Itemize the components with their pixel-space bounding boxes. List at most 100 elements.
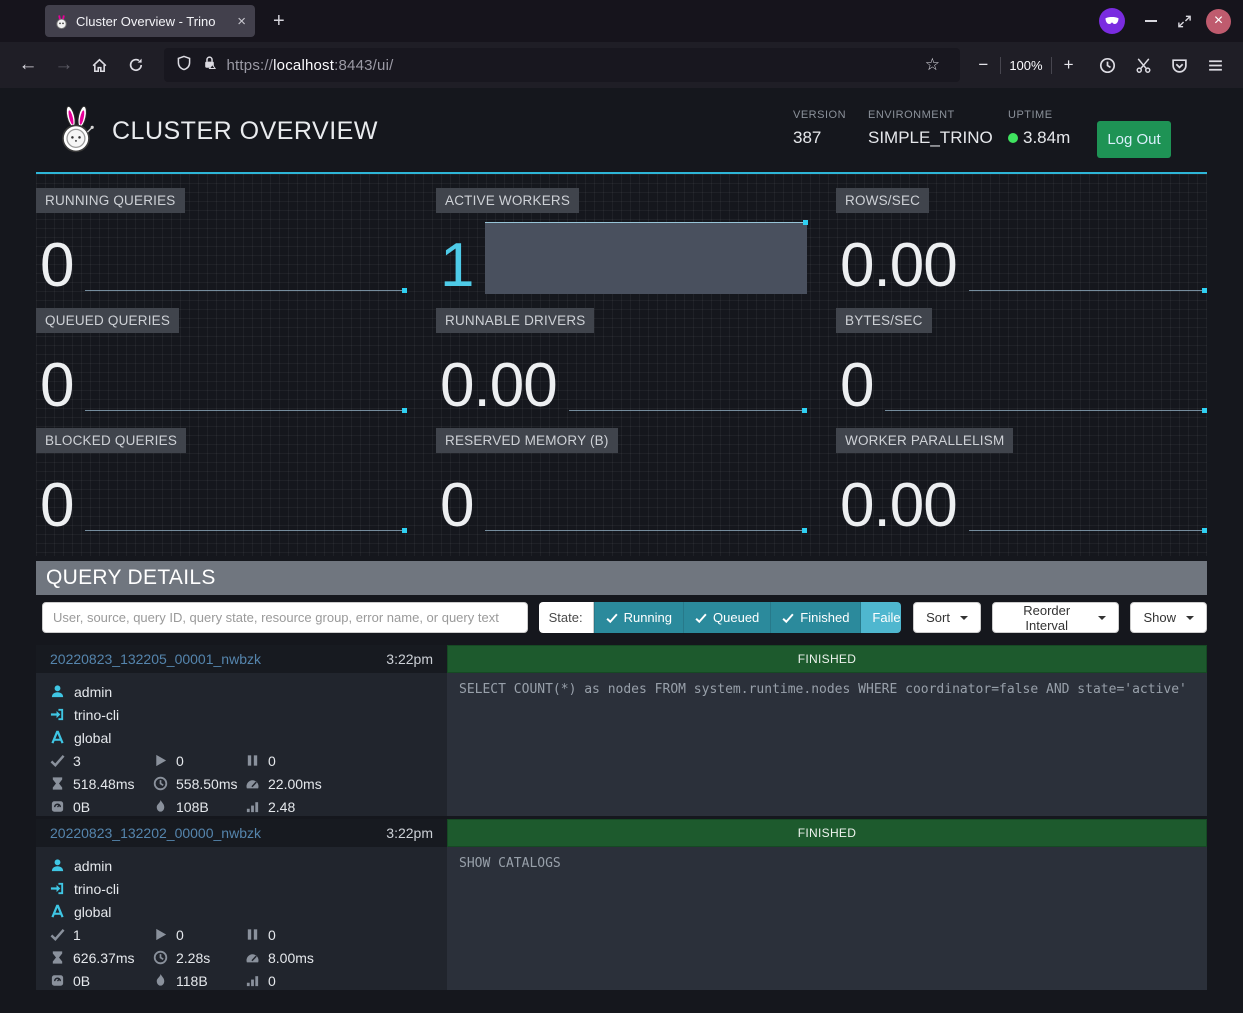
queued-splits-icon [245, 927, 260, 942]
cluster-stats: RUNNING QUERIES 0 ACTIVE WORKERS 1 ROWS/… [36, 174, 1207, 556]
window-minimize-button[interactable] [1145, 20, 1157, 22]
stat-value: 0 [36, 237, 73, 294]
menu-icon[interactable] [1199, 49, 1231, 81]
state-label: State: [539, 602, 594, 633]
stat-value: 0 [836, 357, 873, 414]
reload-icon[interactable] [120, 49, 152, 81]
show-dropdown[interactable]: Show [1130, 602, 1207, 633]
cumulative-memory: 108B [176, 799, 209, 815]
separator [1051, 57, 1052, 74]
wall-time-icon [50, 776, 65, 791]
source-icon [50, 881, 65, 896]
completed-splits: 1 [73, 927, 81, 943]
state-running-button[interactable]: Running [594, 602, 683, 633]
state-filter-group: State: Running Queued Finished Failed [539, 602, 902, 633]
elapsed-time: 558.50ms [176, 776, 237, 792]
query-info: admin trino-cli global 1 0 0 626.37ms 2.… [36, 847, 447, 990]
stat-label: RUNNING QUERIES [36, 188, 185, 213]
wall-time: 518.48ms [73, 776, 134, 792]
stat-value: 0.00 [436, 357, 557, 414]
chevron-down-icon [960, 616, 968, 620]
query-time: 3:22pm [386, 825, 433, 841]
stat-value: 0.00 [836, 237, 957, 294]
sort-dropdown[interactable]: Sort [913, 602, 981, 633]
parallelism-icon [245, 799, 260, 814]
lock-warning-icon[interactable] [202, 55, 217, 75]
zoom-level[interactable]: 100% [1009, 58, 1042, 73]
app-header: CLUSTER OVERVIEW VERSION 387 ENVIRONMENT… [0, 88, 1243, 172]
sparkline-chart [85, 460, 407, 534]
running-splits-icon [153, 753, 168, 768]
version-label: VERSION [793, 109, 846, 121]
window-close-button[interactable]: × [1206, 9, 1231, 34]
new-tab-button[interactable]: + [273, 10, 285, 33]
query-id-link[interactable]: 20220823_132205_00001_nwbzk [50, 651, 261, 667]
url-scheme: https:// [227, 57, 274, 74]
screenshot-icon[interactable] [1127, 49, 1159, 81]
state-finished-button[interactable]: Finished [770, 602, 860, 633]
state-failed-dropdown[interactable]: Failed [860, 602, 901, 633]
pocket-icon[interactable] [1163, 49, 1195, 81]
stat-label: WORKER PARALLELISM [836, 428, 1013, 453]
zoom-out-button[interactable]: − [974, 55, 992, 75]
environment-label: ENVIRONMENT [868, 109, 993, 121]
window-maximize-button[interactable] [1177, 14, 1192, 29]
shield-icon[interactable] [176, 55, 192, 76]
wall-time: 626.37ms [73, 950, 134, 966]
completed-splits-icon [50, 753, 65, 768]
search-input[interactable] [42, 602, 528, 633]
check-icon [782, 612, 794, 624]
query-source: trino-cli [74, 707, 119, 723]
sparkline-chart [85, 340, 407, 414]
completed-splits-icon [50, 927, 65, 942]
query-status-badge: FINISHED [447, 645, 1207, 673]
stat-panel-bytes-sec: BYTES/SEC 0 [836, 308, 1207, 414]
current-memory-icon [50, 799, 65, 814]
sparkline-dot [803, 220, 808, 225]
environment-value: SIMPLE_TRINO [868, 128, 993, 148]
query-resource-group: global [74, 904, 111, 920]
stat-panel-blocked-queries: BLOCKED QUERIES 0 [36, 428, 407, 534]
trino-favicon [54, 14, 69, 29]
history-icon[interactable] [1092, 49, 1124, 81]
query-header: 20220823_132202_00000_nwbzk 3:22pm [36, 819, 447, 847]
sparkline-chart [969, 460, 1207, 534]
check-icon [606, 612, 618, 624]
private-browsing-icon [1099, 8, 1125, 34]
tab-close-icon[interactable]: × [237, 14, 246, 29]
chevron-down-icon [1098, 616, 1106, 620]
zoom-in-button[interactable]: + [1060, 55, 1078, 75]
user-icon [50, 858, 65, 873]
url-text[interactable]: https://localhost:8443/ui/ [227, 57, 907, 74]
logout-button[interactable]: Log Out [1097, 121, 1171, 158]
state-queued-button[interactable]: Queued [683, 602, 770, 633]
stat-panel-worker-parallelism: WORKER PARALLELISM 0.00 [836, 428, 1207, 534]
bookmark-star-icon[interactable]: ☆ [916, 49, 948, 81]
query-id-link[interactable]: 20220823_132202_00000_nwbzk [50, 825, 261, 841]
home-icon[interactable] [84, 49, 116, 81]
reorder-interval-dropdown[interactable]: Reorder Interval [992, 602, 1120, 633]
cpu-time-icon [245, 950, 260, 965]
back-icon[interactable]: ← [12, 49, 44, 81]
query-toolbar: State: Running Queued Finished Failed So… [36, 602, 1207, 633]
query-status-badge: FINISHED [447, 819, 1207, 847]
query-row: 20220823_132202_00000_nwbzk 3:22pm FINIS… [36, 819, 1207, 990]
stat-label: BLOCKED QUERIES [36, 428, 186, 453]
chevron-down-icon [1186, 616, 1194, 620]
query-header: 20220823_132205_00001_nwbzk 3:22pm [36, 645, 447, 673]
query-sql-text: SHOW CATALOGS [447, 847, 1207, 990]
stat-label: BYTES/SEC [836, 308, 932, 333]
url-bar[interactable]: https://localhost:8443/ui/ ☆ [164, 48, 961, 82]
stat-value: 0.00 [836, 477, 957, 534]
cpu-time-icon [245, 776, 260, 791]
url-host: localhost [273, 57, 334, 74]
running-splits-icon [153, 927, 168, 942]
cumulative-memory: 118B [176, 973, 208, 989]
sparkline-dot [1202, 528, 1207, 533]
stat-label: ROWS/SEC [836, 188, 929, 213]
browser-tab[interactable]: Cluster Overview - Trino × [45, 5, 255, 37]
completed-splits: 3 [73, 753, 81, 769]
stat-value: 0 [36, 357, 73, 414]
tab-title: Cluster Overview - Trino [76, 14, 230, 29]
queued-splits-icon [245, 753, 260, 768]
